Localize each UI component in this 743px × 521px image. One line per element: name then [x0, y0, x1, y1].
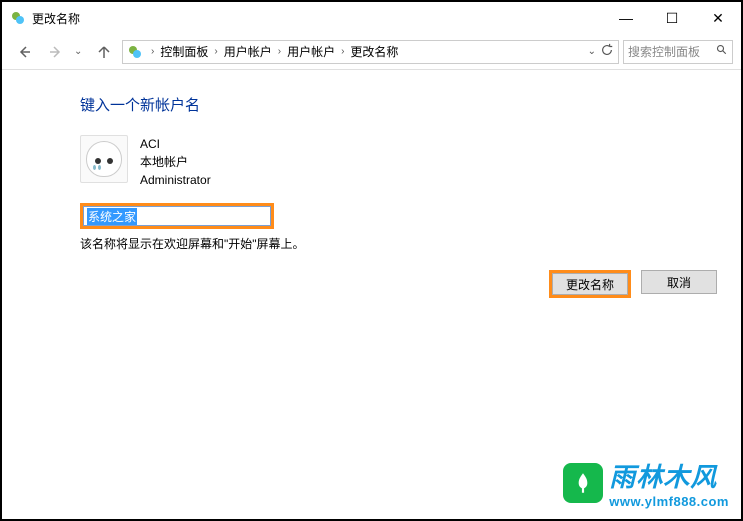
watermark: 雨林木风 www.ylmf888.com [563, 457, 729, 509]
submit-highlight-box: 更改名称 [549, 270, 631, 298]
content-area: 键入一个新帐户名 ACI 本地帐户 Administrator 系统之家 该名称… [2, 70, 741, 252]
breadcrumb-sep: › [210, 46, 221, 57]
close-button[interactable]: ✕ [695, 2, 741, 34]
breadcrumb-sep: › [147, 46, 158, 57]
input-highlight-box: 系统之家 [80, 203, 274, 229]
control-panel-icon [127, 44, 143, 60]
up-button[interactable] [90, 38, 118, 66]
account-type: 本地帐户 [140, 153, 211, 171]
watermark-title: 雨林木风 [609, 457, 717, 494]
window-controls: — ☐ ✕ [603, 2, 741, 34]
refresh-icon[interactable] [600, 43, 614, 60]
account-info-row: ACI 本地帐户 Administrator [80, 135, 741, 189]
address-dropdown-icon[interactable]: ⌄ [588, 46, 596, 57]
breadcrumb-item[interactable]: 更改名称 [348, 43, 400, 60]
watermark-icon [563, 463, 603, 503]
page-title: 键入一个新帐户名 [80, 94, 741, 115]
account-details: ACI 本地帐户 Administrator [140, 135, 211, 189]
account-role: Administrator [140, 171, 211, 189]
nav-history-dropdown[interactable]: ⌄ [74, 46, 90, 57]
hint-text: 该名称将显示在欢迎屏幕和"开始"屏幕上。 [80, 235, 741, 252]
breadcrumb-item[interactable]: 用户帐户 [285, 43, 337, 60]
breadcrumb-item[interactable]: 用户帐户 [222, 43, 274, 60]
breadcrumb-sep: › [274, 46, 285, 57]
search-box[interactable]: 搜索控制面板 [623, 40, 733, 64]
avatar [80, 135, 128, 183]
account-name: ACI [140, 135, 211, 153]
cancel-button[interactable]: 取消 [641, 270, 717, 294]
breadcrumb-item[interactable]: 控制面板 [158, 43, 210, 60]
button-row: 更改名称 取消 [549, 270, 717, 298]
change-name-button[interactable]: 更改名称 [552, 273, 628, 295]
breadcrumb-sep: › [337, 46, 348, 57]
minimize-button[interactable]: — [603, 2, 649, 34]
watermark-url: www.ylmf888.com [609, 494, 729, 509]
search-placeholder: 搜索控制面板 [628, 43, 716, 60]
app-icon [10, 10, 26, 26]
window-title: 更改名称 [32, 10, 603, 27]
forward-button[interactable] [42, 38, 70, 66]
account-name-input[interactable]: 系统之家 [83, 206, 271, 226]
back-button[interactable] [10, 38, 38, 66]
search-icon[interactable] [716, 44, 728, 59]
titlebar: 更改名称 — ☐ ✕ [2, 2, 741, 34]
watermark-text: 雨林木风 www.ylmf888.com [609, 457, 729, 509]
maximize-button[interactable]: ☐ [649, 2, 695, 34]
address-bar[interactable]: › 控制面板 › 用户帐户 › 用户帐户 › 更改名称 ⌄ [122, 40, 619, 64]
navbar: ⌄ › 控制面板 › 用户帐户 › 用户帐户 › 更改名称 ⌄ 搜索控制面板 [2, 34, 741, 70]
